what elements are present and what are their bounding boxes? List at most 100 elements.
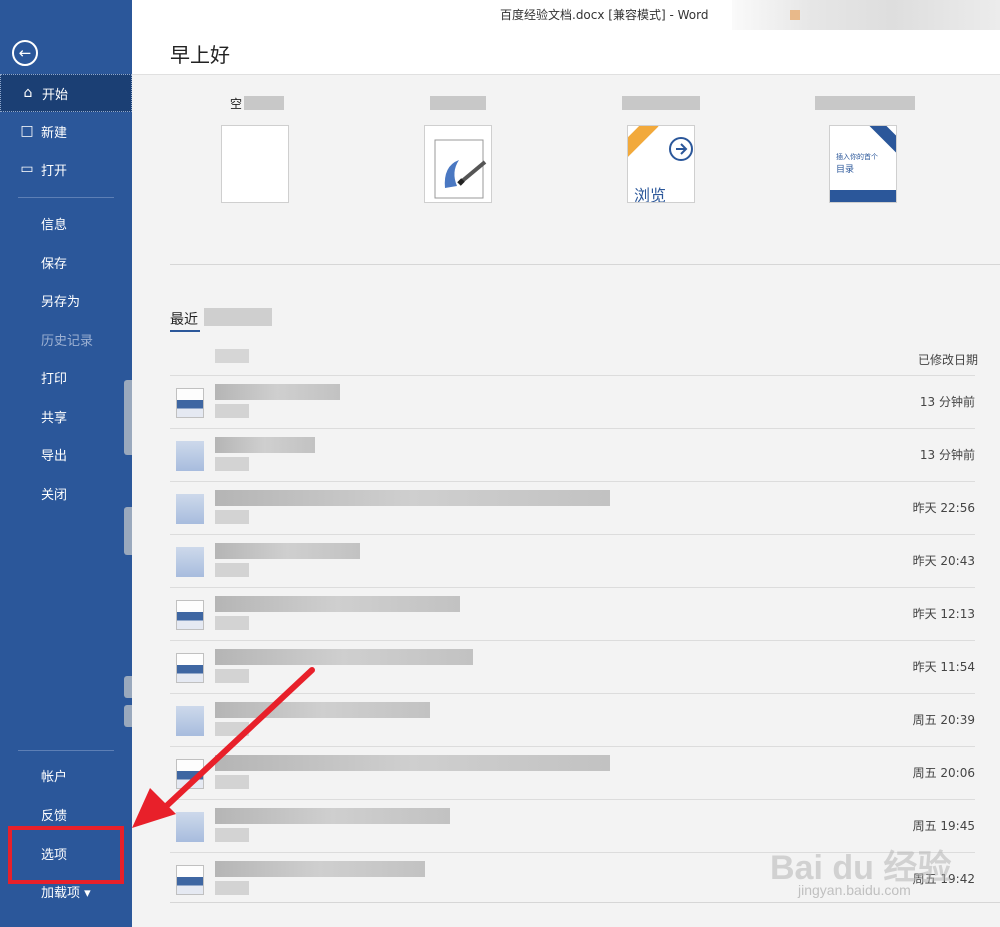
template-welcome[interactable] — [424, 125, 494, 203]
template-card-text: 浏览 — [634, 186, 667, 203]
blurred-file-name — [215, 384, 340, 400]
list-end-divider — [170, 902, 1000, 903]
file-icon — [176, 812, 204, 842]
sidebar-item-account[interactable]: 帐户 — [0, 756, 132, 794]
recent-file-row[interactable]: 周五 20:06 — [170, 746, 975, 799]
blurred-file-path — [215, 510, 249, 524]
template-card-subtext: 插入你的首个 — [836, 153, 878, 161]
sidebar-item-label: 另存为 — [41, 294, 81, 310]
file-icon — [176, 547, 204, 577]
sidebar-item-label: 打开 — [41, 163, 68, 179]
blurred-file-path — [215, 775, 249, 789]
blurred-template-label — [430, 96, 486, 110]
template-label: 空 — [230, 97, 243, 111]
sidebar-item-label: 保存 — [41, 256, 68, 272]
blurred-file-path — [215, 563, 249, 577]
toc-template-thumbnail: 插入你的首个 目录 — [829, 125, 897, 203]
sidebar-item-new[interactable]: □ 新建 — [0, 112, 132, 150]
recent-file-row[interactable]: 昨天 20:43 — [170, 534, 975, 587]
watermark-url: jingyan.baidu.com — [798, 882, 911, 898]
sidebar-item-export[interactable]: 导出 — [0, 435, 132, 473]
file-modified-date: 周五 20:06 — [912, 766, 975, 780]
new-ribbon — [869, 126, 896, 155]
paintbrush-icon — [434, 139, 487, 199]
sidebar-item-info[interactable]: 信息 — [0, 204, 132, 242]
back-arrow-icon[interactable]: ← — [12, 40, 38, 66]
blurred-file-path — [215, 616, 249, 630]
recent-file-row[interactable]: 周五 20:39 — [170, 693, 975, 746]
options-highlight-box — [8, 826, 124, 884]
panel-edge-tab — [124, 507, 132, 555]
greeting-header: 早上好 — [132, 30, 1000, 75]
sidebar-item-label: 开始 — [42, 87, 69, 103]
blurred-file-name — [215, 808, 450, 824]
blurred-file-path — [215, 457, 249, 471]
section-divider — [170, 264, 1000, 265]
sidebar-item-label: 新建 — [41, 125, 68, 141]
blurred-file-path — [215, 404, 249, 418]
blank-document-thumbnail — [221, 125, 289, 203]
blurred-file-path — [215, 722, 249, 736]
welcome-template-thumbnail — [424, 125, 492, 203]
blurred-file-path — [215, 881, 249, 895]
file-icon — [176, 865, 204, 895]
sidebar-item-share[interactable]: 共享 — [0, 397, 132, 435]
new-doc-icon: □ — [20, 123, 34, 139]
file-modified-date: 周五 19:45 — [912, 819, 975, 833]
blurred-account-area — [732, 0, 1000, 30]
template-blank[interactable] — [221, 125, 291, 203]
file-modified-date: 13 分钟前 — [919, 395, 975, 409]
blurred-file-name — [215, 437, 315, 453]
file-modified-date: 昨天 20:43 — [912, 554, 975, 568]
blurred-file-path — [215, 828, 249, 842]
recent-file-row[interactable]: 13 分钟前 — [170, 428, 975, 481]
sidebar-item-home[interactable]: ⌂ 开始 — [0, 74, 132, 112]
recent-file-row[interactable]: 13 分钟前 — [170, 375, 975, 428]
document-title: 百度经验文档.docx [兼容模式] - Word — [500, 8, 709, 22]
file-icon — [176, 494, 204, 524]
sidebar-item-close[interactable]: 关闭 — [0, 474, 132, 512]
file-modified-date: 周五 20:39 — [912, 713, 975, 727]
new-ribbon — [628, 126, 659, 158]
sidebar-divider — [18, 197, 114, 198]
template-tour[interactable]: 浏览 — [627, 125, 697, 203]
blurred-avatar — [790, 10, 800, 20]
open-folder-icon: ▭ — [20, 161, 34, 177]
blurred-template-label — [244, 96, 284, 110]
sidebar-item-label: 历史记录 — [41, 333, 94, 349]
blurred-file-path — [215, 669, 249, 683]
blurred-template-label — [815, 96, 915, 110]
blurred-file-name — [215, 755, 610, 771]
recent-tab[interactable]: 最近 — [170, 309, 198, 329]
backstage-sidebar: ← ⌂ 开始 □ 新建 ▭ 打开 信息 保存 另存为 历史记录 打印 共享 导出… — [0, 0, 132, 927]
sidebar-item-label: 帐户 — [41, 769, 68, 785]
recent-file-row[interactable]: 昨天 12:13 — [170, 587, 975, 640]
sidebar-item-save[interactable]: 保存 — [0, 243, 132, 281]
file-modified-date: 昨天 11:54 — [912, 660, 975, 674]
file-icon — [176, 706, 204, 736]
file-modified-date: 昨天 22:56 — [912, 501, 975, 515]
recent-tab-underline — [170, 330, 200, 332]
blurred-file-name — [215, 596, 460, 612]
sidebar-item-label: 打印 — [41, 371, 68, 387]
recent-file-row[interactable]: 昨天 11:54 — [170, 640, 975, 693]
column-header-modified: 已修改日期 — [918, 353, 979, 367]
sidebar-item-label: 加载项 ▾ — [41, 885, 91, 901]
sidebar-item-open[interactable]: ▭ 打开 — [0, 150, 132, 188]
template-card-text: 目录 — [836, 165, 855, 175]
home-icon: ⌂ — [23, 85, 33, 101]
sidebar-item-save-as[interactable]: 另存为 — [0, 281, 132, 319]
sidebar-item-print[interactable]: 打印 — [0, 358, 132, 396]
sidebar-item-history: 历史记录 — [0, 320, 132, 358]
panel-edge-tab — [124, 676, 132, 698]
file-modified-date: 昨天 12:13 — [912, 607, 975, 621]
file-icon — [176, 759, 204, 789]
template-toc[interactable]: 插入你的首个 目录 — [829, 125, 899, 203]
recent-file-row[interactable]: 昨天 22:56 — [170, 481, 975, 534]
blurred-file-name — [215, 861, 425, 877]
panel-edge-tab — [124, 705, 132, 727]
sidebar-item-label: 关闭 — [41, 487, 68, 503]
blurred-file-name — [215, 543, 360, 559]
sidebar-item-label: 共享 — [41, 410, 68, 426]
tour-template-thumbnail: 浏览 — [627, 125, 695, 203]
